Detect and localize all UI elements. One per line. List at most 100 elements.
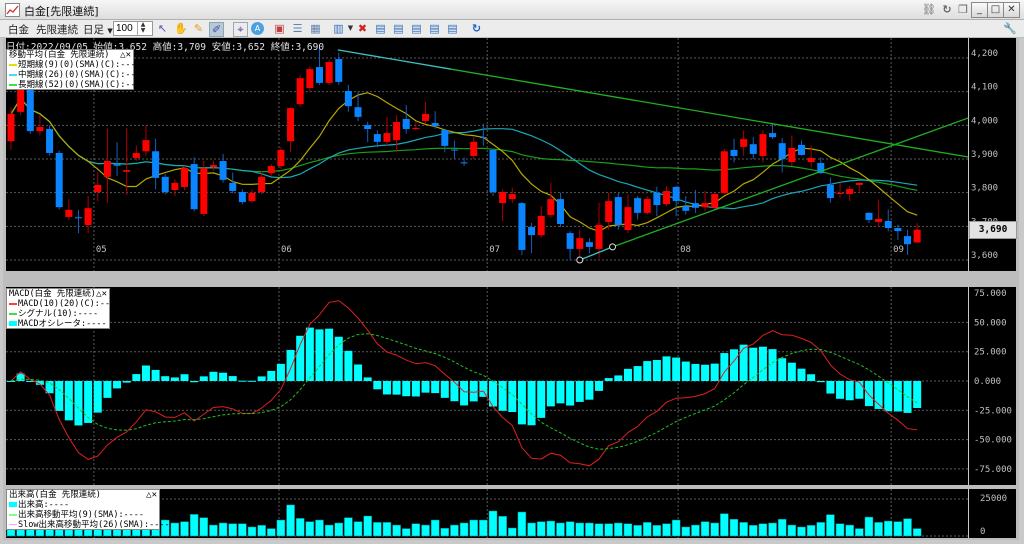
candle-body [749,144,757,154]
candle-body [788,147,796,163]
macd-histogram-bar [74,381,83,426]
price-tick-label: 3,600 [971,251,998,261]
month-label-05: 05 [96,245,107,255]
volume-bar [903,518,912,537]
volume-bar [556,522,565,537]
volume-legend[interactable]: 出来高(白金 先限連続) △✕ 出来高:---- 出来高移動平均(9)(SMA)… [6,489,170,530]
legend-title: 出来高(白金 先限連続) [9,490,101,500]
legend-item-macd: MACD(10)(20)(C):---- [9,299,120,309]
volume-bar [681,526,691,537]
macd-histogram-bar [623,368,632,381]
macd-histogram-bar [132,374,141,381]
candle-body [450,149,458,151]
legend-item-slow-volume-ma: Slow出来高移動平均(26)(SMA):---- [9,520,170,530]
candle [518,202,526,255]
volume-bar [498,516,507,537]
candle-body [875,218,883,222]
candle [55,150,63,210]
volume-bar [739,522,748,537]
macd-histogram-bar [238,380,247,382]
candle-body [142,140,150,152]
volume-bar [479,519,488,537]
macd-histogram-bar [170,377,179,381]
volume-bar [170,522,180,537]
candle-body [865,212,873,220]
macd-histogram-bar [450,381,459,402]
candle-body [913,229,921,243]
volume-bar [758,523,768,537]
volume-bar [421,524,430,537]
macd-histogram-bar [778,358,787,381]
candle-body [566,233,574,249]
month-label-07: 07 [489,245,500,255]
volume-bar [720,513,729,537]
chart-canvas[interactable]: 05060708094,2004,1004,0003,9003,8003,700… [0,0,1024,544]
candle [711,192,719,210]
macd-histogram-bar [701,364,710,381]
macd-histogram-bar [739,344,748,381]
volume-bar [845,524,854,537]
macd-histogram-bar [527,381,536,426]
volume-bar [546,520,556,537]
candle [277,147,285,170]
candle-body [55,152,63,208]
candle-body [412,128,420,130]
volume-bar [199,517,209,537]
volume-bar [218,522,228,537]
month-label-06: 06 [281,245,292,255]
candle-body [470,141,478,156]
macd-histogram-bar [257,376,266,381]
candle-body [46,129,54,153]
macd-histogram-bar [141,365,150,381]
legend-label: 中期線(26)(0)(SMA)(C):---- [18,70,146,80]
volume-bar [363,515,372,537]
macd-histogram-bar [913,381,922,408]
price-tick-label: 4,200 [971,49,998,59]
candle-body [200,168,208,214]
candle-body [26,84,34,132]
macd-histogram-bar [113,381,122,389]
candle [489,148,497,197]
legend-collapse-close-icon[interactable]: △✕ [120,50,131,60]
macd-histogram-bar [469,381,478,402]
macd-histogram-bar [402,381,411,397]
macd-tick-label: -75.000 [974,465,1012,475]
macd-tick-label: 75.000 [974,289,1007,299]
macd-legend[interactable]: MACD(白金 先限連続) △✕ MACD(10)(20)(C):---- シグ… [6,288,120,329]
moving-average-legend[interactable]: 移動平均(白金 先限連続) △✕ 短期線(9)(0)(SMA)(C):---- … [6,49,146,90]
legend-collapse-close-icon[interactable]: △✕ [96,289,107,299]
macd-histogram-bar [643,361,652,381]
volume-bar [642,522,652,537]
macd-histogram-bar [267,370,276,381]
volume-bar [826,514,835,537]
candle-body [836,193,844,195]
macd-histogram-bar [566,381,575,406]
candle-body [36,127,44,132]
candle-body [335,59,343,82]
volume-bar [450,524,459,537]
candle-body [904,236,912,245]
macd-histogram-bar [180,374,189,381]
volume-bar [315,519,324,537]
volume-bar [517,511,527,537]
candle [46,125,54,156]
macd-histogram-bar [7,381,15,382]
color-swatch [9,321,17,326]
volume-bar [430,519,440,537]
volume-bar [469,519,478,537]
macd-tick-label: -50.000 [974,436,1012,446]
volume-bar [344,517,353,537]
trendline-anchor-handle [576,256,584,264]
macd-histogram-bar [893,381,902,412]
volume-bar [440,528,450,537]
candle [181,165,189,190]
color-swatch [9,302,17,305]
candle-body [152,151,160,178]
candle-body [306,69,314,88]
candle-body [528,227,536,236]
macd-histogram-bar [354,364,363,381]
legend-collapse-close-icon[interactable]: △✕ [146,490,157,500]
volume-bar [382,522,392,537]
volume-bar [835,523,845,537]
candle-body [431,122,439,127]
